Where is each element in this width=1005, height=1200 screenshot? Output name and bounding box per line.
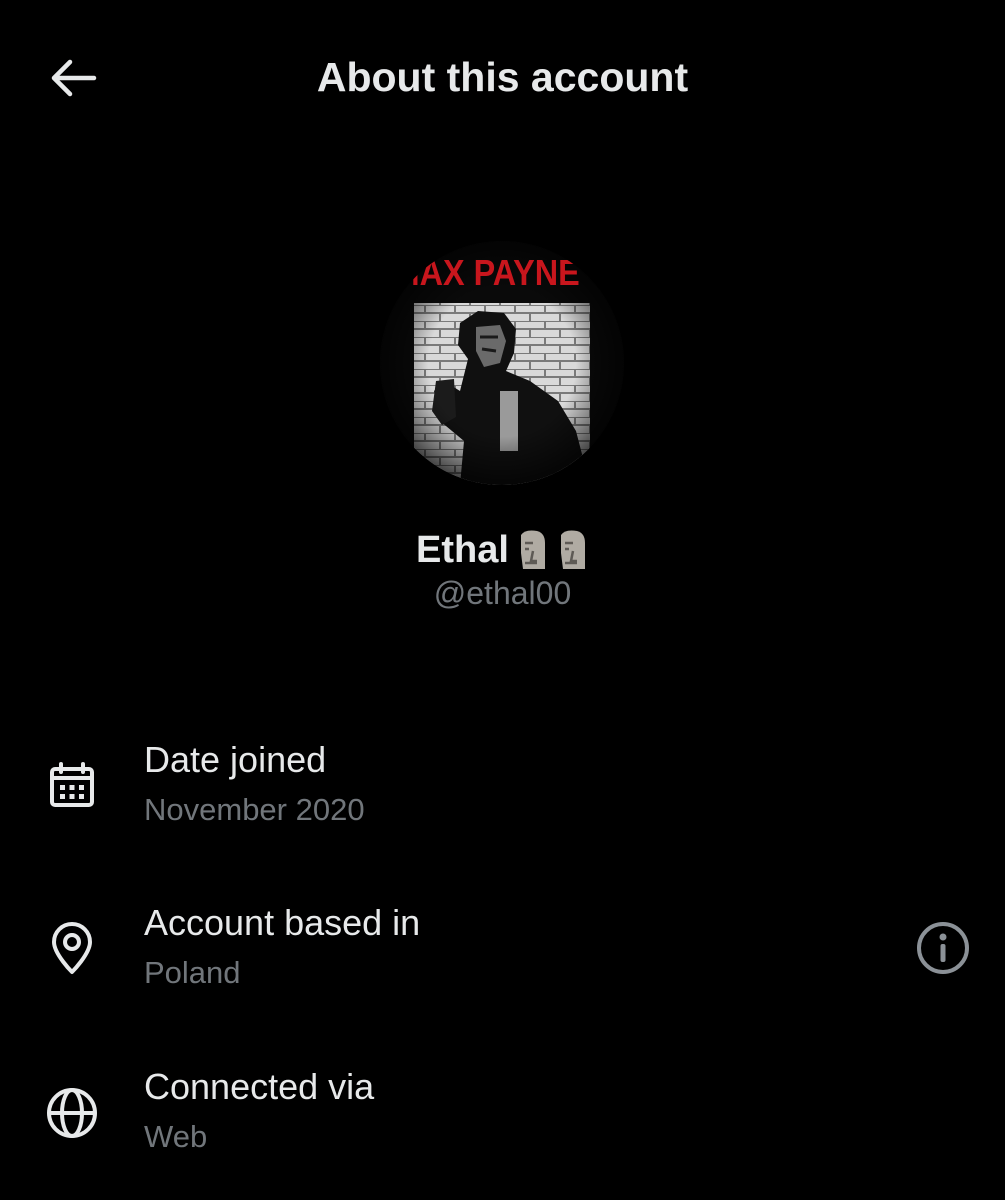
- moai-icon: [520, 530, 545, 569]
- globe-icon: [44, 1085, 100, 1141]
- account-based-in-label: Account based in: [144, 902, 421, 943]
- display-name-row: Ethal: [0, 524, 1005, 576]
- avatar-title-text: MAX PAYNE: [393, 253, 580, 293]
- connected-via-label: Connected via: [144, 1066, 375, 1107]
- info-button[interactable]: [912, 917, 974, 979]
- date-joined-value: November 2020: [144, 792, 365, 827]
- page-title: About this account: [316, 54, 689, 100]
- account-based-in-value: Poland: [144, 955, 241, 990]
- connected-via-row: Connected via Web: [0, 1065, 1005, 1185]
- header: About this account: [0, 0, 1005, 155]
- date-joined-row: Date joined November 2020: [0, 738, 1005, 858]
- avatar-image: MAX PAYNE: [380, 241, 624, 485]
- moai-icon: [560, 530, 585, 569]
- location-pin-icon: [44, 921, 100, 977]
- display-name: Ethal: [416, 529, 509, 571]
- account-based-in-row: Account based in Poland: [0, 901, 1005, 1021]
- info-icon: [917, 922, 969, 974]
- connected-via-value: Web: [144, 1119, 208, 1154]
- user-handle: @ethal00: [433, 575, 572, 611]
- calendar-icon: [44, 758, 100, 814]
- avatar[interactable]: MAX PAYNE: [380, 241, 624, 485]
- date-joined-label: Date joined: [144, 739, 327, 780]
